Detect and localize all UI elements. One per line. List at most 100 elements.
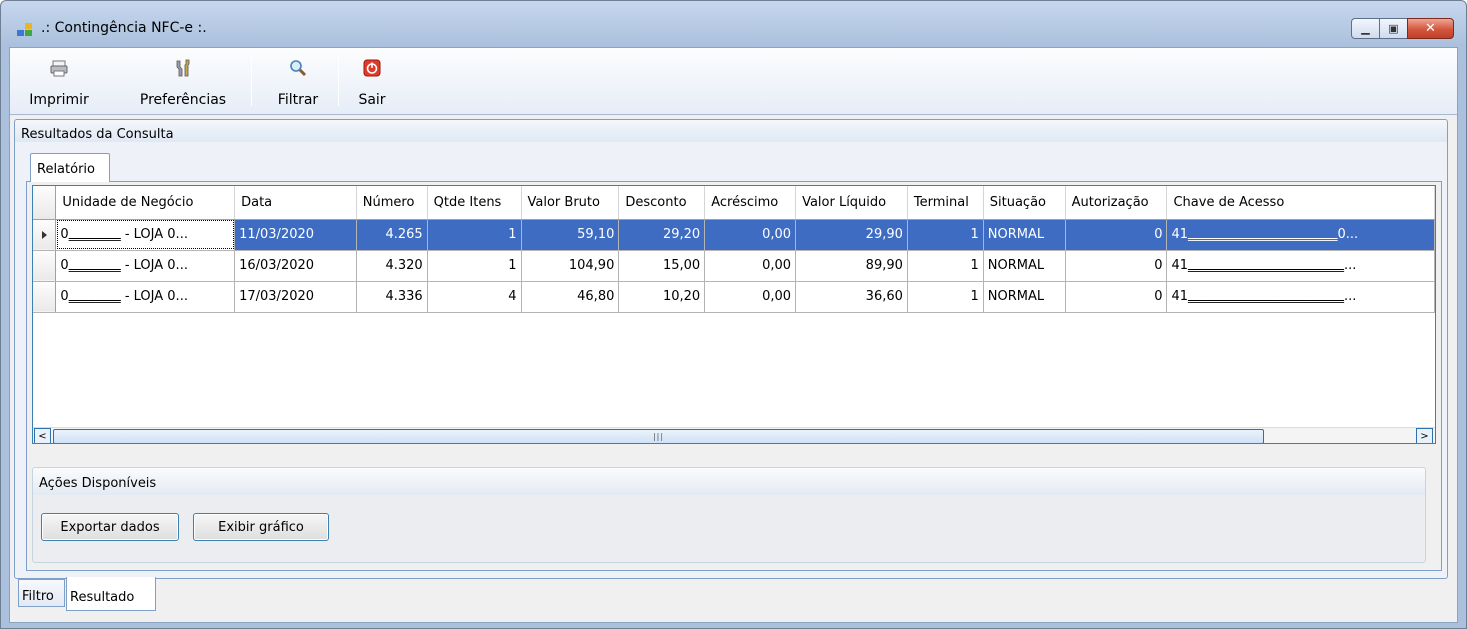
row-header[interactable] xyxy=(33,219,57,251)
scroll-left-button[interactable]: < xyxy=(34,428,51,443)
chevron-left-icon: < xyxy=(38,431,47,442)
table-cell[interactable]: 41‗‗‗‗‗‗‗‗‗‗‗‗‗‗‗‗‗‗‗‗‗‗‗‗... xyxy=(1166,250,1435,282)
column-header[interactable]: Situação xyxy=(983,186,1066,220)
tools-icon xyxy=(176,59,190,77)
relatorio-tabpage: Unidade de Negócio Data Número Qtde Iten… xyxy=(26,181,1442,571)
imprimir-button[interactable]: Imprimir xyxy=(14,48,104,114)
table-cell[interactable]: 0‗‗‗‗‗‗‗‗ - LOJA 0... xyxy=(55,250,236,282)
minimize-icon: ▁ xyxy=(1361,22,1370,35)
resultados-group: Resultados da Consulta Relatório Unidade… xyxy=(14,119,1448,579)
column-header[interactable]: Unidade de Negócio xyxy=(55,186,236,220)
table-cell[interactable]: 46,80 xyxy=(521,281,620,313)
acoes-group: Ações Disponíveis Exportar dados Exibir … xyxy=(32,467,1426,563)
results-table: Unidade de Negócio Data Número Qtde Iten… xyxy=(33,186,1435,313)
table-cell[interactable]: 89,90 xyxy=(795,250,908,282)
table-cell[interactable]: 41‗‗‗‗‗‗‗‗‗‗‗‗‗‗‗‗‗‗‗‗‗‗‗‗... xyxy=(1166,281,1435,313)
table-cell[interactable]: 1 xyxy=(907,219,984,251)
table-cell[interactable]: 0 xyxy=(1065,281,1168,313)
table-cell[interactable]: 41‗‗‗‗‗‗‗‗‗‗‗‗‗‗‗‗‗‗‗‗‗‗‗0... xyxy=(1166,219,1435,251)
table-cell[interactable]: 0 xyxy=(1065,219,1168,251)
scroll-thumb[interactable]: ||| xyxy=(53,429,1264,443)
filtrar-button[interactable]: Filtrar xyxy=(268,48,328,114)
header-row: Unidade de Negócio Data Número Qtde Iten… xyxy=(33,186,1435,220)
table-row[interactable]: 0‗‗‗‗‗‗‗‗ - LOJA 0... 17/03/2020 4.336 4 46,… xyxy=(33,281,1435,313)
table-cell[interactable]: 15,00 xyxy=(618,250,706,282)
data-grid[interactable]: Unidade de Negócio Data Número Qtde Iten… xyxy=(32,185,1436,444)
exportar-dados-button[interactable]: Exportar dados xyxy=(41,513,179,541)
table-cell[interactable]: 4.320 xyxy=(356,250,428,282)
app-window: .: Contingência NFC-e :. ▁ ▣ ✕ Imprimir … xyxy=(0,0,1467,629)
table-cell[interactable]: 0‗‗‗‗‗‗‗‗ - LOJA 0... xyxy=(55,219,236,251)
row-header[interactable] xyxy=(33,281,57,313)
table-cell[interactable]: 4.336 xyxy=(356,281,428,313)
maximize-button[interactable]: ▣ xyxy=(1379,18,1408,39)
column-header[interactable]: Desconto xyxy=(618,186,706,220)
row-header[interactable] xyxy=(33,250,57,282)
table-cell[interactable]: 36,60 xyxy=(795,281,908,313)
table-cell[interactable]: 16/03/2020 xyxy=(234,250,357,282)
horizontal-scrollbar[interactable]: < ||| > xyxy=(33,427,1435,443)
table-cell[interactable]: 10,20 xyxy=(618,281,706,313)
preferencias-button[interactable]: Preferências xyxy=(128,48,238,114)
exibir-grafico-button[interactable]: Exibir gráfico xyxy=(193,513,329,541)
column-header[interactable]: Autorização xyxy=(1065,186,1168,220)
table-cell[interactable]: NORMAL xyxy=(983,281,1066,313)
sair-label: Sair xyxy=(358,92,386,108)
table-cell[interactable]: 29,20 xyxy=(618,219,706,251)
column-header[interactable]: Qtde Itens xyxy=(427,186,522,220)
scroll-right-button[interactable]: > xyxy=(1416,428,1433,443)
table-cell[interactable]: 104,90 xyxy=(521,250,620,282)
table-cell[interactable]: 0 xyxy=(1065,250,1168,282)
table-cell[interactable]: 1 xyxy=(427,219,522,251)
tab-resultado[interactable]: Resultado xyxy=(66,577,156,611)
table-cell[interactable]: 29,90 xyxy=(795,219,908,251)
toolbar: Imprimir Preferências Filtrar Sair xyxy=(10,48,1457,115)
close-icon: ✕ xyxy=(1425,21,1436,36)
group-title: Resultados da Consulta xyxy=(21,127,174,142)
table-cell[interactable]: 0,00 xyxy=(704,281,797,313)
table-cell[interactable]: 17/03/2020 xyxy=(234,281,357,313)
table-cell[interactable]: 0,00 xyxy=(704,219,797,251)
column-header[interactable]: Data xyxy=(234,186,357,220)
table-cell[interactable]: 4 xyxy=(427,281,522,313)
minimize-button[interactable]: ▁ xyxy=(1351,18,1380,39)
table-cell[interactable]: 4.265 xyxy=(356,219,428,251)
maximize-icon: ▣ xyxy=(1388,22,1399,35)
table-cell[interactable]: 0‗‗‗‗‗‗‗‗ - LOJA 0... xyxy=(55,281,236,313)
table-cell[interactable]: 11/03/2020 xyxy=(234,219,357,251)
column-header[interactable]: Número xyxy=(356,186,428,220)
table-cell[interactable]: NORMAL xyxy=(983,250,1066,282)
chevron-right-icon: > xyxy=(1420,431,1429,442)
column-header[interactable]: Valor Bruto xyxy=(521,186,620,220)
tab-relatorio[interactable]: Relatório xyxy=(30,153,110,182)
table-cell[interactable]: 1 xyxy=(907,250,984,282)
table-cell[interactable]: 0,00 xyxy=(704,250,797,282)
grip-icon: ||| xyxy=(652,432,665,441)
column-header[interactable]: Acréscimo xyxy=(704,186,797,220)
title-bar[interactable]: .: Contingência NFC-e :. ▁ ▣ ✕ xyxy=(1,1,1466,47)
filtrar-label: Filtrar xyxy=(277,92,319,108)
column-header[interactable]: Chave de Acesso xyxy=(1166,186,1435,220)
preferencias-label: Preferências xyxy=(139,92,227,108)
table-cell[interactable]: 59,10 xyxy=(521,219,620,251)
table-row[interactable]: 0‗‗‗‗‗‗‗‗ - LOJA 0... 16/03/2020 4.320 1 104… xyxy=(33,250,1435,282)
tab-filtro[interactable]: Filtro xyxy=(18,579,65,607)
printer-icon xyxy=(50,60,68,77)
sair-button[interactable]: Sair xyxy=(348,48,396,114)
close-button[interactable]: ✕ xyxy=(1407,18,1454,39)
table-cell[interactable]: NORMAL xyxy=(983,219,1066,251)
magnifier-icon xyxy=(290,60,307,77)
table-cell[interactable]: 1 xyxy=(907,281,984,313)
acoes-title: Ações Disponíveis xyxy=(39,476,157,491)
column-header[interactable]: Terminal xyxy=(907,186,984,220)
toolbar-separator xyxy=(251,56,252,106)
table-cell[interactable]: 1 xyxy=(427,250,522,282)
power-icon xyxy=(363,59,381,77)
imprimir-label: Imprimir xyxy=(29,92,89,108)
column-header[interactable]: Valor Líquido xyxy=(795,186,908,220)
app-icon xyxy=(17,23,33,37)
current-row-arrow-icon xyxy=(42,230,47,239)
toolbar-separator xyxy=(338,56,339,106)
table-row[interactable]: 0‗‗‗‗‗‗‗‗ - LOJA 0... 11/03/2020 4.265 1 59,… xyxy=(33,219,1435,251)
client-area: Imprimir Preferências Filtrar Sair Resul… xyxy=(9,47,1458,623)
